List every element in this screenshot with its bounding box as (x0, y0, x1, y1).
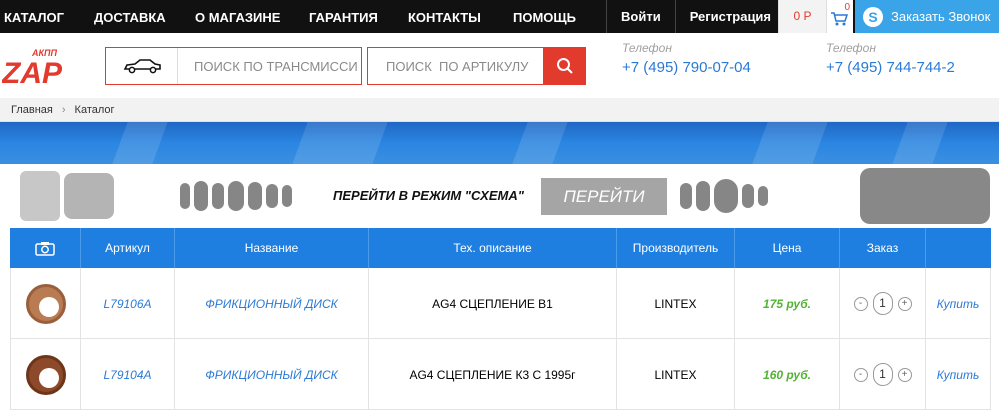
quantity-stepper: - 1 + (840, 268, 926, 339)
nav-delivery[interactable]: ДОСТАВКА (94, 10, 166, 25)
quantity-input[interactable]: 1 (872, 363, 893, 386)
product-thumbnail[interactable] (10, 339, 81, 410)
header: АКПП ZAP Телефон +7 (495) 790-07-04 Теле… (0, 33, 999, 98)
phone-number[interactable]: +7 (495) 744-744-2 (826, 59, 955, 76)
login-link[interactable]: Войти (606, 0, 675, 33)
phone-block-2: Телефон +7 (495) 744-744-2 (826, 41, 955, 76)
scheme-mode-text: ПЕРЕЙТИ В РЕЖИМ "СХЕМА" (333, 188, 524, 203)
car-icon[interactable] (106, 48, 178, 84)
nav-about[interactable]: О МАГАЗИНЕ (195, 10, 280, 25)
phone-number[interactable]: +7 (495) 790-07-04 (622, 59, 751, 76)
header-price: Цена (735, 228, 840, 268)
scheme-banner: ПЕРЕЙТИ В РЕЖИМ "СХЕМА" ПЕРЕЙТИ (0, 164, 999, 228)
quantity-stepper: - 1 + (840, 339, 926, 410)
nav-help[interactable]: ПОМОЩЬ (513, 10, 576, 25)
breadcrumb-current: Каталог (74, 103, 115, 116)
cart-icon (831, 12, 848, 26)
manufacturer-cell: LINTEX (617, 339, 735, 410)
logo-graphic: АКПП ZAP (1, 48, 63, 90)
skype-icon: S (863, 6, 883, 27)
cart-button[interactable]: 0 (826, 0, 853, 33)
description-cell: AG4 СЦЕПЛЕНИЕ К3 С 1995г (369, 339, 617, 410)
header-name: Название (175, 228, 369, 268)
plus-button[interactable]: + (897, 296, 912, 311)
phone-label: Телефон (826, 41, 876, 55)
phone-label: Телефон (622, 41, 672, 55)
scheme-go-button[interactable]: ПЕРЕЙТИ (541, 178, 667, 215)
breadcrumb: Главная › Каталог (0, 98, 999, 122)
minus-button[interactable]: - (853, 367, 868, 382)
callback-button[interactable]: S Заказать Звонок (855, 0, 999, 33)
transmission-search-input[interactable] (178, 48, 358, 84)
nav-warranty[interactable]: ГАРАНТИЯ (309, 10, 378, 25)
camera-icon (10, 228, 81, 268)
minus-button[interactable]: - (853, 296, 868, 311)
nav-contacts[interactable]: КОНТАКТЫ (408, 10, 481, 25)
description-cell: AG4 СЦЕПЛЕНИЕ В1 (369, 268, 617, 339)
search-button[interactable] (543, 47, 586, 85)
quantity-input[interactable]: 1 (872, 292, 893, 315)
cart-total[interactable]: 0 Р (778, 0, 826, 33)
header-manufacturer: Производитель (617, 228, 735, 268)
auth-links: Войти Регистрация (606, 0, 785, 33)
cart-count: 0 (844, 2, 850, 13)
header-order: Заказ (840, 228, 926, 268)
article-search (367, 47, 544, 85)
price-cell: 175 руб. (735, 268, 840, 339)
buy-link[interactable]: Купить (926, 339, 991, 410)
banner-image (0, 122, 999, 164)
phone-block-1: Телефон +7 (495) 790-07-04 (622, 41, 751, 76)
parts-illustration (860, 168, 990, 224)
top-nav: КАТАЛОГ ДОСТАВКА О МАГАЗИНЕ ГАРАНТИЯ КОН… (0, 0, 999, 33)
product-table: Артикул Название Тех. описание Производи… (10, 228, 991, 410)
article-search-input[interactable] (368, 48, 540, 84)
header-article: Артикул (81, 228, 175, 268)
article-link[interactable]: L79106A (81, 268, 175, 339)
chevron-right-icon: › (61, 103, 66, 116)
parts-illustration (180, 168, 292, 224)
product-name-link[interactable]: ФРИКЦИОННЫЙ ДИСК (175, 268, 369, 339)
buy-link[interactable]: Купить (926, 268, 991, 339)
callback-label: Заказать Звонок (891, 9, 991, 24)
product-name-link[interactable]: ФРИКЦИОННЫЙ ДИСК (175, 339, 369, 410)
parts-illustration (20, 168, 114, 224)
manufacturer-cell: LINTEX (617, 268, 735, 339)
plus-button[interactable]: + (897, 367, 912, 382)
breadcrumb-home[interactable]: Главная (11, 104, 53, 116)
nav-catalog[interactable]: КАТАЛОГ (4, 10, 64, 25)
header-buy (926, 228, 991, 268)
register-link[interactable]: Регистрация (674, 0, 785, 33)
product-thumbnail[interactable] (10, 268, 81, 339)
table-row: L79106A ФРИКЦИОННЫЙ ДИСК AG4 СЦЕПЛЕНИЕ В… (10, 268, 991, 339)
price-cell: 160 руб. (735, 339, 840, 410)
table-row: L79104A ФРИКЦИОННЫЙ ДИСК AG4 СЦЕПЛЕНИЕ К… (10, 339, 991, 410)
parts-illustration (680, 168, 768, 224)
logo[interactable]: АКПП ZAP (1, 43, 72, 91)
article-link[interactable]: L79104A (81, 339, 175, 410)
header-description: Тех. описание (369, 228, 617, 268)
svg-text:ZAP: ZAP (2, 57, 63, 90)
table-header: Артикул Название Тех. описание Производи… (10, 228, 991, 268)
search-icon (556, 58, 573, 74)
transmission-search (105, 47, 362, 85)
